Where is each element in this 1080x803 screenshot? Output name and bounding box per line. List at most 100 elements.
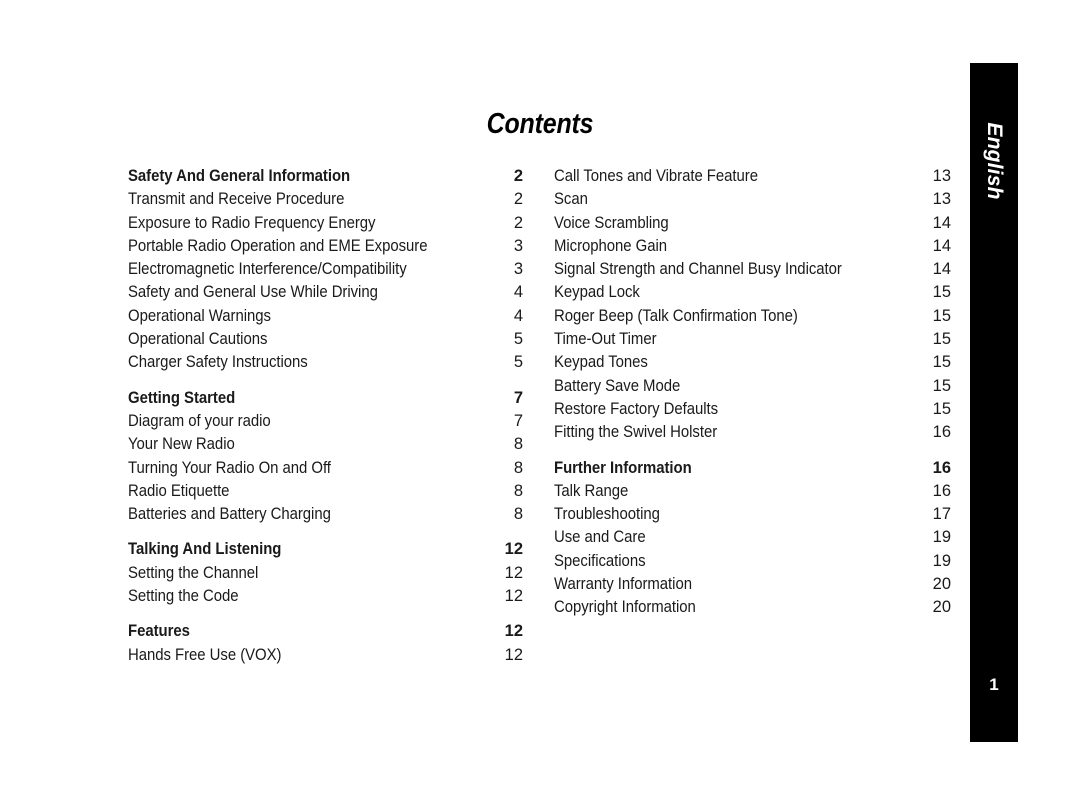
toc-entry-row[interactable]: Signal Strength and Channel Busy Indicat… [554,258,951,281]
toc-page-number: 8 [513,505,523,524]
toc-page-number: 20 [932,575,951,594]
toc-section-row[interactable]: Features 12 [128,620,523,643]
toc-entry-row[interactable]: Batteries and Battery Charging 8 [128,503,523,526]
toc-entry-row[interactable]: Talk Range 16 [554,480,951,503]
toc-entry-label: Restore Factory Defaults [554,399,719,418]
toc-entry-row[interactable]: Operational Cautions 5 [128,328,523,351]
toc-entry-label: Batteries and Battery Charging [128,505,331,524]
toc-entry-row[interactable]: Call Tones and Vibrate Feature 13 [554,165,951,188]
toc-entry-row[interactable]: Voice Scrambling 14 [554,212,951,235]
toc-page-number: 14 [932,260,951,279]
toc-page-number: 13 [932,190,951,209]
toc-page-number: 14 [932,236,951,255]
toc-entry-row[interactable]: Copyright Information 20 [554,596,951,619]
toc-entry-row[interactable]: Time-Out Timer 15 [554,328,951,351]
toc-entry-label: Setting the Code [128,587,239,606]
toc-section-row[interactable]: Safety And General Information 2 [128,165,523,188]
toc-entry-row[interactable]: Roger Beep (Talk Confirmation Tone) 15 [554,305,951,328]
toc-entry-row[interactable]: Fitting the Swivel Holster 16 [554,421,951,444]
toc-page-number: 17 [932,505,951,524]
toc-page-number: 8 [513,481,523,500]
toc-column-right: Call Tones and Vibrate Feature 13 Scan 13 Vo… [554,165,951,620]
toc-page-number: 12 [504,540,523,559]
toc-section-row[interactable]: Getting Started 7 [128,387,523,410]
toc-entry-label: Turning Your Radio On and Off [128,458,331,477]
toc-entry-row[interactable]: Exposure to Radio Frequency Energy 2 [128,212,523,235]
toc-entry-label: Roger Beep (Talk Confirmation Tone) [554,306,798,325]
toc-page-number: 2 [513,190,523,209]
toc-entry-label: Electromagnetic Interference/Compatibili… [128,260,407,279]
toc-entry-label: Troubleshooting [554,505,660,524]
toc-entry-label: Radio Etiquette [128,481,230,500]
toc-page-number: 4 [513,306,523,325]
toc-page-number: 19 [932,551,951,570]
toc-entry-row[interactable]: Diagram of your radio 7 [128,410,523,433]
toc-entry-label: Setting the Channel [128,563,259,582]
toc-section-label: Getting Started [128,388,236,407]
toc-section-label: Further Information [554,458,692,477]
toc-entry-label: Exposure to Radio Frequency Energy [128,213,376,232]
toc-entry-row[interactable]: Radio Etiquette 8 [128,480,523,503]
toc-entry-row[interactable]: Your New Radio 8 [128,433,523,456]
toc-page-number: 12 [504,645,523,664]
toc-entry-label: Operational Warnings [128,306,271,325]
toc-entry-row[interactable]: Warranty Information 20 [554,573,951,596]
toc-page-number: 14 [932,213,951,232]
toc-entry-row[interactable]: Portable Radio Operation and EME Exposur… [128,235,523,258]
toc-entry-label: Microphone Gain [554,236,668,255]
toc-page-number: 2 [513,167,523,185]
toc-entry-label: Time-Out Timer [554,330,657,349]
toc-entry-row[interactable]: Battery Save Mode 15 [554,375,951,398]
toc-page-number: 12 [504,563,523,582]
toc-entry-row[interactable]: Turning Your Radio On and Off 8 [128,457,523,480]
toc-section-label: Features [128,622,190,641]
toc-page-number: 20 [932,598,951,617]
toc-entry-label: Keypad Lock [554,283,640,302]
toc-entry-label: Safety and General Use While Driving [128,283,378,302]
toc-entry-row[interactable]: Scan 13 [554,188,951,211]
toc-entry-row[interactable]: Keypad Tones 15 [554,351,951,374]
toc-entry-row[interactable]: Setting the Code 12 [128,585,523,608]
toc-page-number: 15 [932,306,951,325]
toc-entry-row[interactable]: Transmit and Receive Procedure 2 [128,188,523,211]
language-tab-label: English [983,122,1006,200]
toc-entry-row[interactable]: Microphone Gain 14 [554,235,951,258]
toc-entry-row[interactable]: Use and Care 19 [554,526,951,549]
toc-page-number: 8 [513,458,523,477]
page-number: 1 [989,675,999,694]
toc-entry-row[interactable]: Safety and General Use While Driving 4 [128,281,523,304]
toc-section-row[interactable]: Further Information 16 [554,457,951,480]
toc-page-number: 3 [513,260,523,279]
toc-section-label: Safety And General Information [128,167,351,185]
toc-entry-label: Copyright Information [554,598,696,617]
toc-page-number: 15 [932,399,951,418]
toc-entry-label: Diagram of your radio [128,411,271,430]
toc-entry-label: Voice Scrambling [554,213,669,232]
toc-entry-label: Use and Care [554,528,646,547]
toc-page-number: 12 [504,587,523,606]
toc-entry-row[interactable]: Charger Safety Instructions 5 [128,351,523,374]
toc-page-number: 2 [513,213,523,232]
toc-entry-row[interactable]: Electromagnetic Interference/Compatibili… [128,258,523,281]
toc-page-number: 5 [513,330,523,349]
toc-entry-row[interactable]: Restore Factory Defaults 15 [554,398,951,421]
toc-page-number: 16 [932,481,951,500]
toc-entry-row[interactable]: Setting the Channel 12 [128,562,523,585]
toc-page-number: 15 [932,283,951,302]
toc-section-row[interactable]: Talking And Listening 12 [128,538,523,561]
toc-entry-row[interactable]: Hands Free Use (VOX) 12 [128,644,523,667]
toc-entry-label: Hands Free Use (VOX) [128,645,282,664]
toc-entry-row[interactable]: Specifications 19 [554,550,951,573]
toc-entry-label: Your New Radio [128,435,235,454]
toc-entry-row[interactable]: Operational Warnings 4 [128,305,523,328]
toc-entry-label: Operational Cautions [128,330,268,349]
toc-entry-label: Signal Strength and Channel Busy Indicat… [554,260,842,279]
toc-entry-row[interactable]: Troubleshooting 17 [554,503,951,526]
toc-page-number: 7 [513,411,523,430]
toc-page-number: 13 [932,167,951,185]
toc-page-number: 5 [513,353,523,372]
toc-page-number: 16 [932,423,951,442]
toc-page-number: 3 [513,236,523,255]
toc-entry-row[interactable]: Keypad Lock 15 [554,281,951,304]
page-title: Contents [486,108,594,140]
